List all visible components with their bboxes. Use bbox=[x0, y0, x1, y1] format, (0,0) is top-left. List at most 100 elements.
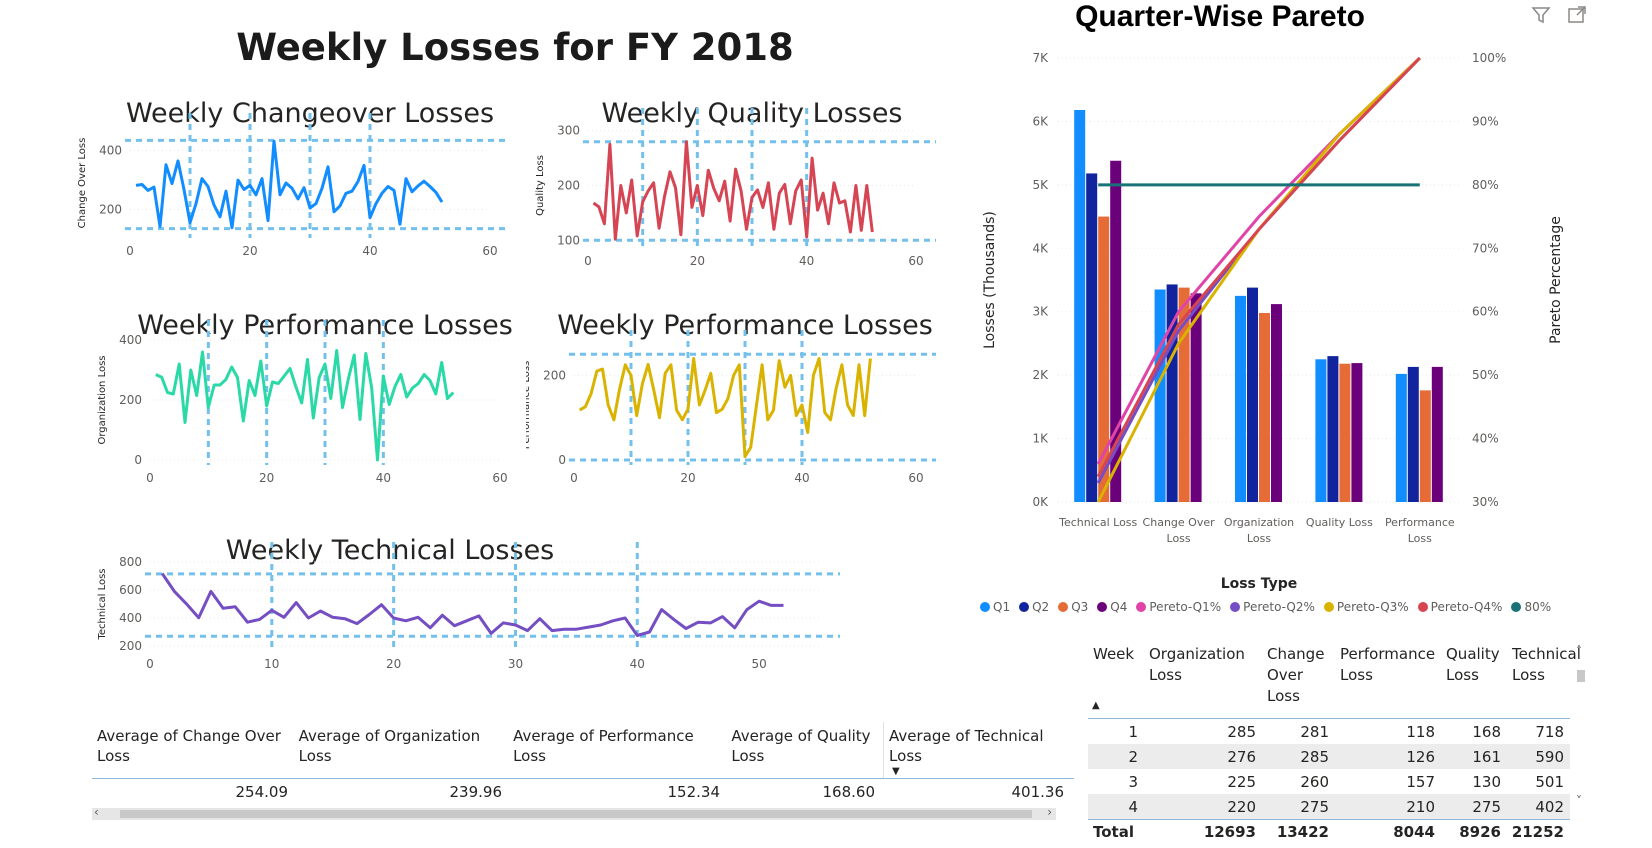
avg-header-organization[interactable]: Average of Organization Loss bbox=[294, 722, 508, 778]
avg-header-technical[interactable]: Average of Technical Loss bbox=[883, 722, 1074, 778]
legend-item[interactable]: Pereto-Q1% bbox=[1136, 600, 1221, 614]
y-tick-label: 5K bbox=[1032, 178, 1049, 192]
legend-item[interactable]: Q2 bbox=[1019, 600, 1049, 614]
y-tick-label: 0K bbox=[1032, 495, 1049, 509]
cell-quality: 275 bbox=[1472, 797, 1501, 816]
legend-item[interactable]: Pereto-Q3% bbox=[1323, 600, 1409, 614]
table-total-row: Total 12693 13422 8044 8926 21252 bbox=[1088, 819, 1570, 844]
col-header-change-over[interactable]: Change Over Loss bbox=[1262, 640, 1335, 718]
legend-label: Q1 bbox=[993, 600, 1011, 614]
bar bbox=[1235, 295, 1246, 502]
cell-total-technical: 21252 bbox=[1511, 823, 1564, 841]
y-axis-label: Change Over Loss bbox=[77, 138, 88, 229]
x-tick-label: 40 bbox=[362, 244, 377, 258]
x-tick-label: Quality Loss bbox=[1306, 516, 1373, 529]
x-tick-label: 40 bbox=[799, 254, 814, 268]
scroll-left-icon[interactable]: ‹ bbox=[94, 805, 99, 819]
series-line bbox=[592, 140, 874, 241]
cell-week: 1 bbox=[1128, 722, 1138, 741]
avg-header-quality[interactable]: Average of Quality Loss bbox=[726, 722, 883, 778]
sort-asc-icon[interactable]: ▲ bbox=[1092, 700, 1100, 711]
x-tick-label: 0 bbox=[584, 254, 592, 268]
col-header-quality[interactable]: Quality Loss bbox=[1441, 640, 1507, 718]
cell-quality: 130 bbox=[1472, 772, 1501, 791]
table-row[interactable]: 1 285 281 118 168 718 bbox=[1088, 719, 1570, 744]
legend-label: Q3 bbox=[1071, 600, 1089, 614]
scroll-down-icon[interactable]: ˅ bbox=[1576, 794, 1582, 808]
scroll-up-icon[interactable]: ˄ bbox=[1576, 644, 1582, 658]
x-tick-label: Change Over Loss bbox=[1143, 516, 1216, 545]
x-tick-label: 0 bbox=[146, 657, 154, 671]
legend-item[interactable]: Q1 bbox=[980, 600, 1010, 614]
legend-item[interactable]: Q3 bbox=[1058, 600, 1088, 614]
horizontal-scrollbar[interactable]: ‹ › bbox=[92, 805, 1056, 820]
bar bbox=[1327, 356, 1339, 502]
chart-title: Weekly Performance Losses bbox=[557, 310, 933, 341]
filter-icon[interactable] bbox=[1530, 4, 1552, 26]
legend-item[interactable]: Pereto-Q2% bbox=[1230, 600, 1315, 614]
cell-total-organization: 12693 bbox=[1203, 823, 1256, 841]
chart-title: Weekly Technical Losses bbox=[226, 535, 555, 566]
x-axis-label: Loss Type bbox=[1221, 576, 1298, 592]
col-header-technical[interactable]: Technical Loss bbox=[1507, 640, 1581, 718]
performance-losses-chart[interactable]: Weekly Performance Losses 0 200 0 20 40 60 Perf… bbox=[526, 300, 976, 510]
cell-week: 3 bbox=[1128, 772, 1138, 791]
avg-value-organization: 239.96 bbox=[449, 783, 503, 801]
technical-losses-chart[interactable]: Weekly Technical Losses 200 400 600 800 0 10 20… bbox=[60, 534, 880, 704]
focus-mode-icon[interactable] bbox=[1566, 4, 1588, 26]
y-tick-label: 200 bbox=[543, 368, 566, 382]
bar bbox=[1315, 359, 1327, 502]
page-title: Weekly Losses for FY 2018 bbox=[236, 26, 794, 69]
scrollbar-thumb[interactable] bbox=[120, 810, 1032, 818]
y-tick-label: 1K bbox=[1032, 432, 1049, 446]
table-row[interactable]: 3 225 260 157 130 501 bbox=[1088, 769, 1570, 794]
avg-header-performance[interactable]: Average of Performance Loss bbox=[508, 722, 726, 778]
y-tick-label: 200 bbox=[119, 639, 142, 653]
y-tick-label: 7K bbox=[1032, 51, 1049, 65]
cell-change-over: 281 bbox=[1300, 722, 1329, 741]
bar bbox=[1247, 287, 1258, 502]
organization-performance-losses-chart[interactable]: Weekly Performance Losses02004000 20 40 60O… bbox=[60, 300, 540, 510]
y-tick-label: 4K bbox=[1032, 241, 1049, 255]
table-row[interactable]: 4 220 275 210 275 402 bbox=[1088, 794, 1570, 819]
vertical-scrollbar[interactable]: ˄ ˅ bbox=[1575, 644, 1587, 816]
series-line bbox=[155, 349, 455, 462]
x-tick-label: 0 bbox=[570, 471, 578, 485]
x-tick-label: 0 bbox=[126, 244, 134, 258]
quality-losses-chart[interactable]: Weekly Quality Losses1002003000 20 40 60Qua… bbox=[526, 78, 976, 278]
col-header-performance[interactable]: Performance Loss bbox=[1335, 640, 1441, 718]
y2-tick-label: 70% bbox=[1472, 241, 1499, 255]
y-tick-label: 200 bbox=[99, 202, 122, 216]
bar bbox=[1154, 289, 1166, 502]
legend-item[interactable]: 80% bbox=[1511, 600, 1551, 614]
avg-header-change-over[interactable]: Average of Change Over Loss bbox=[92, 722, 294, 778]
legend-swatch bbox=[1230, 602, 1241, 612]
sort-desc-icon[interactable]: ▼ bbox=[892, 766, 900, 777]
y2-tick-label: 90% bbox=[1472, 114, 1499, 128]
legend-item[interactable]: Q4 bbox=[1097, 600, 1127, 614]
x-tick-label: 30 bbox=[508, 657, 523, 671]
legend-label: Pereto-Q1% bbox=[1149, 600, 1222, 614]
quarter-wise-pareto-chart[interactable]: 0K 1K 2K 3K 4K 5K 6K 7K 30% 40% 50% 60% 70% 80% 90% 100… bbox=[980, 40, 1580, 600]
legend-swatch bbox=[1058, 602, 1069, 612]
legend-label: Pereto-Q4% bbox=[1430, 600, 1503, 614]
y-axis-label: Performance Loss bbox=[526, 361, 532, 449]
legend-item[interactable]: Pereto-Q4% bbox=[1417, 600, 1503, 614]
scrollbar-thumb[interactable] bbox=[1577, 670, 1585, 682]
cell-total-label: Total bbox=[1093, 823, 1134, 841]
cell-quality: 161 bbox=[1472, 747, 1501, 766]
cell-technical: 501 bbox=[1535, 772, 1564, 791]
legend-label: Pereto-Q2% bbox=[1243, 600, 1315, 614]
changeover-losses-chart[interactable]: Weekly Changeover Losses2004000 20 40 60Cha… bbox=[60, 78, 540, 278]
bar bbox=[1431, 366, 1443, 502]
cell-week: 2 bbox=[1128, 747, 1138, 766]
cell-total-performance: 8044 bbox=[1393, 823, 1435, 841]
y-tick-label: 600 bbox=[119, 583, 142, 597]
table-row[interactable]: 2 276 285 126 161 590 bbox=[1088, 744, 1570, 769]
y-tick-label: 400 bbox=[99, 144, 122, 158]
cell-performance: 126 bbox=[1406, 747, 1435, 766]
scroll-right-icon[interactable]: › bbox=[1047, 805, 1052, 819]
pareto-legend: Q1 Q2 Q3 Q4 Pereto-Q1% Pereto-Q2% Pereto-Q3% Pe… bbox=[980, 600, 1551, 614]
bar bbox=[1271, 304, 1282, 502]
col-header-organization[interactable]: Organization Loss bbox=[1144, 640, 1262, 718]
